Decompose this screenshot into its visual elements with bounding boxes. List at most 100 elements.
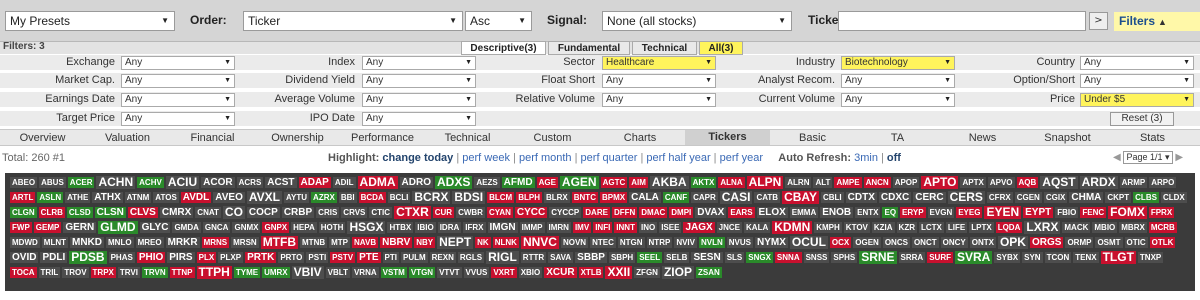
ticker-tile[interactable]: XTLB <box>578 267 604 278</box>
ticker-tile[interactable]: ALT <box>813 177 833 188</box>
ticker-tile[interactable]: GERN <box>63 222 97 233</box>
ticker-tile[interactable]: ORGS <box>1029 237 1064 248</box>
ticker-tile[interactable]: VVUS <box>463 267 490 278</box>
ticker-tile[interactable]: FOMX <box>1108 206 1147 219</box>
ticker-tile[interactable]: MDWD <box>10 237 40 248</box>
ticker-tile[interactable]: ATOS <box>153 192 179 203</box>
ticker-tile[interactable]: ZFGN <box>634 267 660 278</box>
ticker-tile[interactable]: CYCCP <box>549 207 582 218</box>
ticker-tile[interactable]: SLS <box>724 252 745 263</box>
price-select[interactable]: Under $5 ▼ <box>1080 93 1194 107</box>
ticker-tile[interactable]: CLSD <box>66 207 93 218</box>
ticker-tile[interactable]: CRVS <box>341 207 368 218</box>
tab-tickers[interactable]: Tickers <box>685 130 770 145</box>
ticker-tile[interactable]: ADIL <box>332 177 356 188</box>
ticker-tile[interactable]: ADMA <box>357 176 398 189</box>
ticker-tile[interactable]: IMRN <box>546 222 571 233</box>
target-price-select[interactable]: Any ▼ <box>121 112 235 126</box>
ticker-tile[interactable]: VTVT <box>437 267 462 278</box>
ticker-tile[interactable]: SNGX <box>746 252 773 263</box>
next-page-icon[interactable]: ▶ <box>1175 152 1183 163</box>
highlight-perf-half-year-link[interactable]: perf half year <box>646 152 710 164</box>
ticker-tile[interactable]: HOTH <box>318 222 346 233</box>
ticker-tile[interactable]: IMGN <box>487 222 518 233</box>
ticker-tile[interactable]: CLGN <box>10 207 37 218</box>
ticker-tile[interactable]: AZRX <box>311 192 337 203</box>
ticker-tile[interactable]: OPK <box>997 236 1028 249</box>
ticker-tile[interactable]: CFRX <box>986 192 1013 203</box>
ticker-tile[interactable]: IBIO <box>415 222 436 233</box>
ticker-tile[interactable]: PRTK <box>245 252 277 263</box>
ticker-tile[interactable]: CATB <box>754 192 781 203</box>
ticker-tile[interactable]: TOCA <box>10 267 37 278</box>
ticker-tile[interactable]: KMPH <box>814 222 842 233</box>
ticker-tile[interactable]: TENX <box>1073 252 1099 263</box>
float-short-select[interactable]: Any ▼ <box>602 74 716 88</box>
ticker-tile[interactable]: CWBR <box>456 207 485 218</box>
ticker-tile[interactable]: ATNM <box>124 192 152 203</box>
ticker-tile[interactable]: RIGL <box>486 251 519 264</box>
ticker-tile[interactable]: GEMP <box>33 222 62 233</box>
ticker-tile[interactable]: AIM <box>629 177 648 188</box>
ticker-tile[interactable]: KALA <box>744 222 771 233</box>
tab-ownership[interactable]: Ownership <box>255 132 340 144</box>
ticker-tile[interactable]: XXII <box>605 266 633 279</box>
ticker-tile[interactable]: EQ <box>882 207 899 218</box>
ticker-tile[interactable]: MLNT <box>41 237 68 248</box>
ticker-tile[interactable]: TRVI <box>117 267 140 278</box>
ticker-tile[interactable]: SESN <box>691 252 723 263</box>
ticker-tile[interactable]: CYCC <box>514 207 548 218</box>
tab-news[interactable]: News <box>940 132 1025 144</box>
ticker-tile[interactable]: AGTC <box>600 177 628 188</box>
exchange-select[interactable]: Any ▼ <box>121 56 235 70</box>
ticker-tile[interactable]: CBAY <box>782 191 819 204</box>
ticker-tile[interactable]: NTRP <box>646 237 673 248</box>
order-direction-select[interactable]: Asc ▼ <box>465 11 532 31</box>
ticker-tile[interactable]: NEPT <box>437 236 474 249</box>
ticker-tile[interactable]: SVRA <box>954 251 993 264</box>
ticker-tile[interactable]: ADRO <box>399 177 433 188</box>
ticker-tile[interactable]: VXRT <box>491 267 517 278</box>
ticker-tile[interactable]: CKPT <box>1105 192 1132 203</box>
ticker-tile[interactable]: NK <box>475 237 491 248</box>
ticker-tile[interactable]: DFFN <box>611 207 638 218</box>
presets-select[interactable]: My Presets ▼ <box>5 11 175 31</box>
ticker-tile[interactable]: PHAS <box>108 252 135 263</box>
ticker-tile[interactable]: DVAX <box>695 207 727 218</box>
ticker-tile[interactable]: CBLI <box>820 192 844 203</box>
ticker-tile[interactable]: AVDL <box>180 192 212 203</box>
ticker-tile[interactable]: LIFE <box>945 222 968 233</box>
ticker-tile[interactable]: TRPX <box>90 267 116 278</box>
analyst-recom-select[interactable]: Any ▼ <box>841 74 955 88</box>
ticker-tile[interactable]: PRTO <box>278 252 305 263</box>
ticker-tile[interactable]: REXN <box>429 252 456 263</box>
ticker-tile[interactable]: CLBS <box>1133 192 1159 203</box>
ticker-tile[interactable]: AVXL <box>246 191 282 204</box>
ticker-tile[interactable]: SNNA <box>774 252 802 263</box>
ticker-tile[interactable]: ABUS <box>39 177 66 188</box>
ticker-tile[interactable]: KZIA <box>871 222 895 233</box>
ticker-tile[interactable]: CDTX <box>845 192 877 203</box>
ticker-tile[interactable]: PSTV <box>330 252 356 263</box>
ticker-tile[interactable]: VBLT <box>325 267 350 278</box>
dividend-yield-select[interactable]: Any ▼ <box>362 74 476 88</box>
tab-financial[interactable]: Financial <box>170 132 255 144</box>
ticker-tile[interactable]: NBRV <box>380 237 413 248</box>
market-cap-select[interactable]: Any ▼ <box>121 74 235 88</box>
ticker-tile[interactable]: AEZS <box>474 177 500 188</box>
tab-valuation[interactable]: Valuation <box>85 132 170 144</box>
ticker-tile[interactable]: TRVN <box>141 267 168 278</box>
ticker-tile[interactable]: ONCY <box>940 237 968 248</box>
tab-all[interactable]: All(3) <box>699 41 743 55</box>
ticker-tile[interactable]: ALNA <box>718 177 745 188</box>
ticker-tile[interactable]: UMRX <box>262 267 290 278</box>
ticker-tile[interactable]: MRKR <box>165 237 200 248</box>
ticker-tile[interactable]: TTPH <box>196 266 232 279</box>
ticker-tile[interactable]: PIRS <box>167 252 195 263</box>
highlight-perf-week-link[interactable]: perf week <box>462 152 510 164</box>
ticker-tile[interactable]: CGIX <box>1043 192 1068 203</box>
ticker-tile[interactable]: INNT <box>614 222 637 233</box>
ticker-tile[interactable]: ONCT <box>911 237 939 248</box>
tickers-input[interactable] <box>838 11 1086 31</box>
ticker-tile[interactable]: DMPI <box>669 207 694 218</box>
